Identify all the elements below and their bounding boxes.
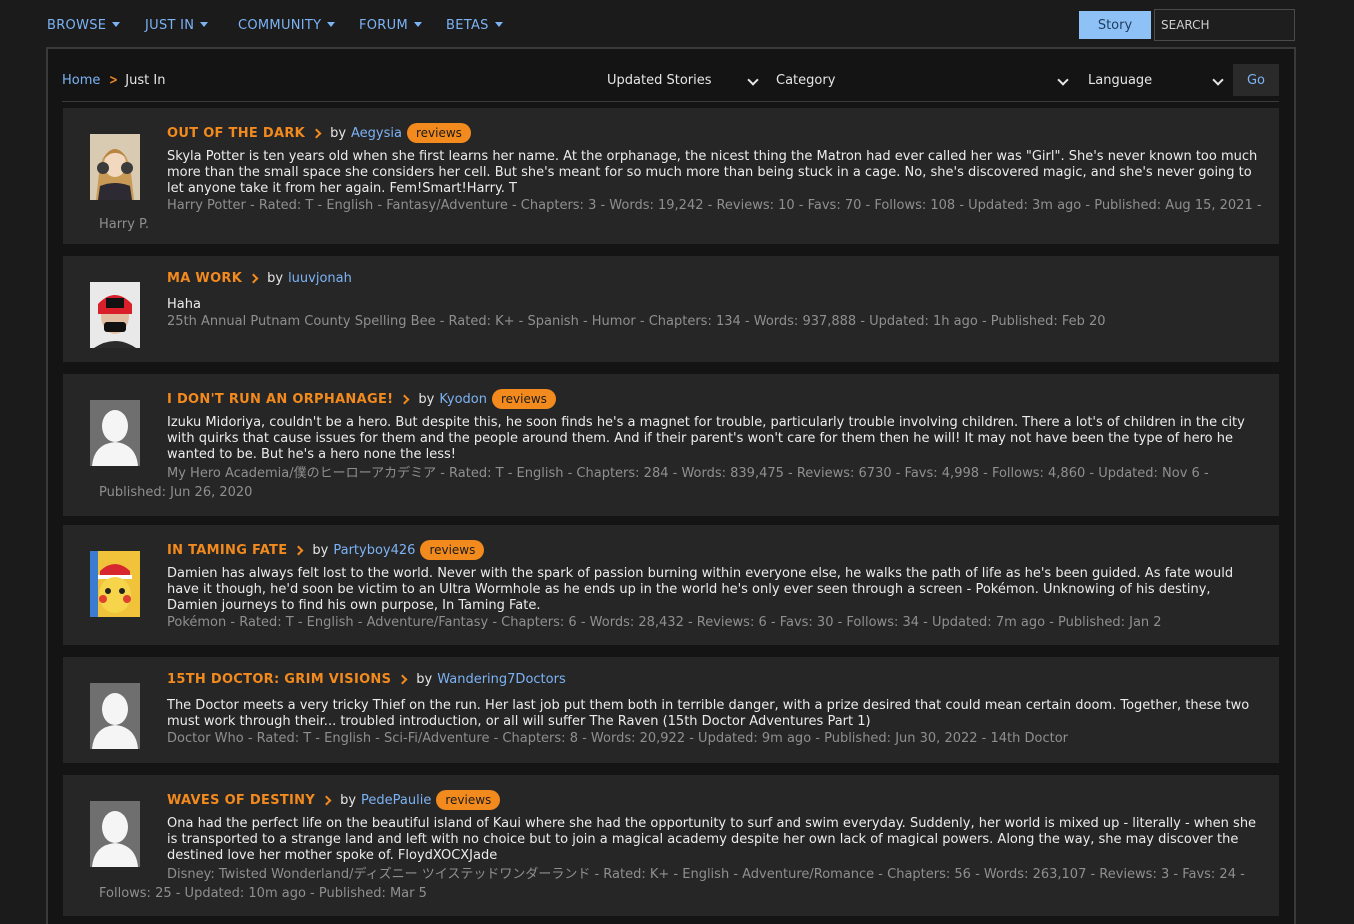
breadcrumb-separator-icon: > (109, 73, 119, 88)
by-label: by (312, 542, 329, 558)
breadcrumb: Home > Just In (62, 73, 165, 88)
story-card: MA WORK by luuvjonah Haha 25th Annual Pu… (63, 256, 1279, 362)
author-link[interactable]: Kyodon (439, 392, 487, 407)
language-label: Language (1088, 73, 1153, 88)
author-link[interactable]: Wandering7Doctors (437, 672, 565, 687)
nav-community[interactable]: COMMUNITY (238, 18, 336, 33)
divider (62, 101, 1279, 102)
story-avatar[interactable] (90, 551, 140, 617)
caret-down-icon (327, 22, 336, 27)
story-title-row: WAVES OF DESTINY by PedePaulie reviews (167, 790, 501, 810)
author-link[interactable]: luuvjonah (288, 271, 352, 286)
story-title-row: I DON'T RUN AN ORPHANAGE! by Kyodon revi… (167, 389, 556, 409)
by-label: by (340, 792, 357, 808)
category-select[interactable]: Category (776, 73, 1069, 88)
nav-just-in-label: JUST IN (145, 18, 195, 33)
chevron-right-icon[interactable] (321, 795, 332, 805)
story-meta: 25th Annual Putnam County Spelling Bee -… (167, 314, 1106, 329)
story-avatar[interactable] (90, 134, 140, 200)
story-summary: Izuku Midoriya, couldn't be a hero. But … (167, 415, 1245, 462)
story-card: IN TAMING FATE by Partyboy426 reviews Da… (63, 525, 1279, 645)
reviews-badge[interactable]: reviews (420, 540, 485, 560)
search-input[interactable] (1154, 9, 1295, 41)
nav-forum-label: FORUM (359, 18, 408, 33)
reviews-badge[interactable]: reviews (491, 389, 556, 409)
go-button[interactable]: Go (1233, 64, 1279, 96)
chevron-right-icon[interactable] (397, 674, 408, 685)
updated-stories-select[interactable]: Updated Stories (607, 73, 759, 88)
story-avatar[interactable] (90, 282, 140, 348)
top-nav: BROWSE JUST IN COMMUNITY FORUM BETAS Sto… (0, 0, 1354, 48)
story-meta: Harry Potter - Rated: T - English - Fant… (99, 198, 1262, 232)
by-label: by (267, 271, 284, 286)
story-title-link[interactable]: 15TH DOCTOR: GRIM VISIONS (167, 672, 391, 687)
story-title-row: MA WORK by luuvjonah (167, 271, 352, 286)
nav-forum[interactable]: FORUM (359, 18, 422, 33)
story-title-row: 15TH DOCTOR: GRIM VISIONS by Wandering7D… (167, 672, 566, 687)
story-title-link[interactable]: WAVES OF DESTINY (167, 793, 315, 808)
story-title-row: OUT OF THE DARK by Aegysia reviews (167, 123, 471, 143)
story-summary: Skyla Potter is ten years old when she f… (167, 149, 1258, 196)
author-link[interactable]: PedePaulie (361, 793, 431, 808)
chevron-right-icon[interactable] (399, 394, 410, 404)
story-meta: My Hero Academia/僕のヒーローアカデミア - Rated: T … (99, 466, 1209, 500)
chevron-right-icon[interactable] (311, 128, 322, 138)
author-link[interactable]: Partyboy426 (333, 543, 415, 558)
breadcrumb-current: Just In (125, 73, 166, 88)
story-title-link[interactable]: MA WORK (167, 271, 242, 286)
by-label: by (416, 672, 433, 687)
story-summary: Haha (167, 297, 201, 312)
caret-down-icon (413, 22, 422, 27)
by-label: by (418, 391, 435, 407)
story-avatar[interactable] (90, 683, 140, 749)
breadcrumb-home-link[interactable]: Home (62, 73, 100, 88)
nav-community-label: COMMUNITY (238, 18, 322, 33)
nav-betas[interactable]: BETAS (446, 18, 503, 33)
language-select[interactable]: Language (1088, 73, 1224, 88)
story-avatar[interactable] (90, 400, 140, 466)
story-meta: Doctor Who - Rated: T - English - Sci-Fi… (167, 731, 1069, 746)
chevron-right-icon[interactable] (248, 273, 259, 284)
chevron-down-icon (1057, 74, 1069, 86)
reviews-badge[interactable]: reviews (406, 123, 471, 143)
story-card: WAVES OF DESTINY by PedePaulie reviews O… (63, 775, 1279, 916)
search-type-story-button[interactable]: Story (1079, 11, 1151, 39)
chevron-down-icon (747, 74, 759, 86)
nav-browse-label: BROWSE (47, 18, 107, 33)
story-meta: Disney: Twisted Wonderland/ディズニー ツイステッドワ… (99, 867, 1245, 901)
category-label: Category (776, 73, 836, 88)
chevron-right-icon[interactable] (293, 545, 304, 555)
story-card: I DON'T RUN AN ORPHANAGE! by Kyodon revi… (63, 374, 1279, 516)
story-title-link[interactable]: IN TAMING FATE (167, 543, 287, 558)
story-card: 15TH DOCTOR: GRIM VISIONS by Wandering7D… (63, 657, 1279, 763)
updated-stories-label: Updated Stories (607, 73, 712, 88)
story-summary: Ona had the perfect life on the beautifu… (167, 816, 1257, 863)
story-meta: Pokémon - Rated: T - English - Adventure… (167, 615, 1162, 630)
nav-just-in[interactable]: JUST IN (145, 18, 209, 33)
reviews-badge[interactable]: reviews (436, 790, 501, 810)
story-title-row: IN TAMING FATE by Partyboy426 reviews (167, 540, 485, 560)
story-summary: Damien has always felt lost to the world… (167, 566, 1234, 613)
caret-down-icon (200, 22, 209, 27)
author-link[interactable]: Aegysia (351, 126, 402, 141)
caret-down-icon (112, 22, 121, 27)
nav-browse[interactable]: BROWSE (47, 18, 121, 33)
caret-down-icon (494, 22, 503, 27)
story-summary: The Doctor meets a very tricky Thief on … (167, 698, 1250, 729)
nav-betas-label: BETAS (446, 18, 489, 33)
by-label: by (330, 125, 347, 141)
story-card: OUT OF THE DARK by Aegysia reviews Skyla… (63, 108, 1279, 244)
chevron-down-icon (1212, 74, 1224, 86)
story-avatar[interactable] (90, 801, 140, 867)
story-title-link[interactable]: OUT OF THE DARK (167, 126, 305, 141)
story-title-link[interactable]: I DON'T RUN AN ORPHANAGE! (167, 392, 393, 407)
